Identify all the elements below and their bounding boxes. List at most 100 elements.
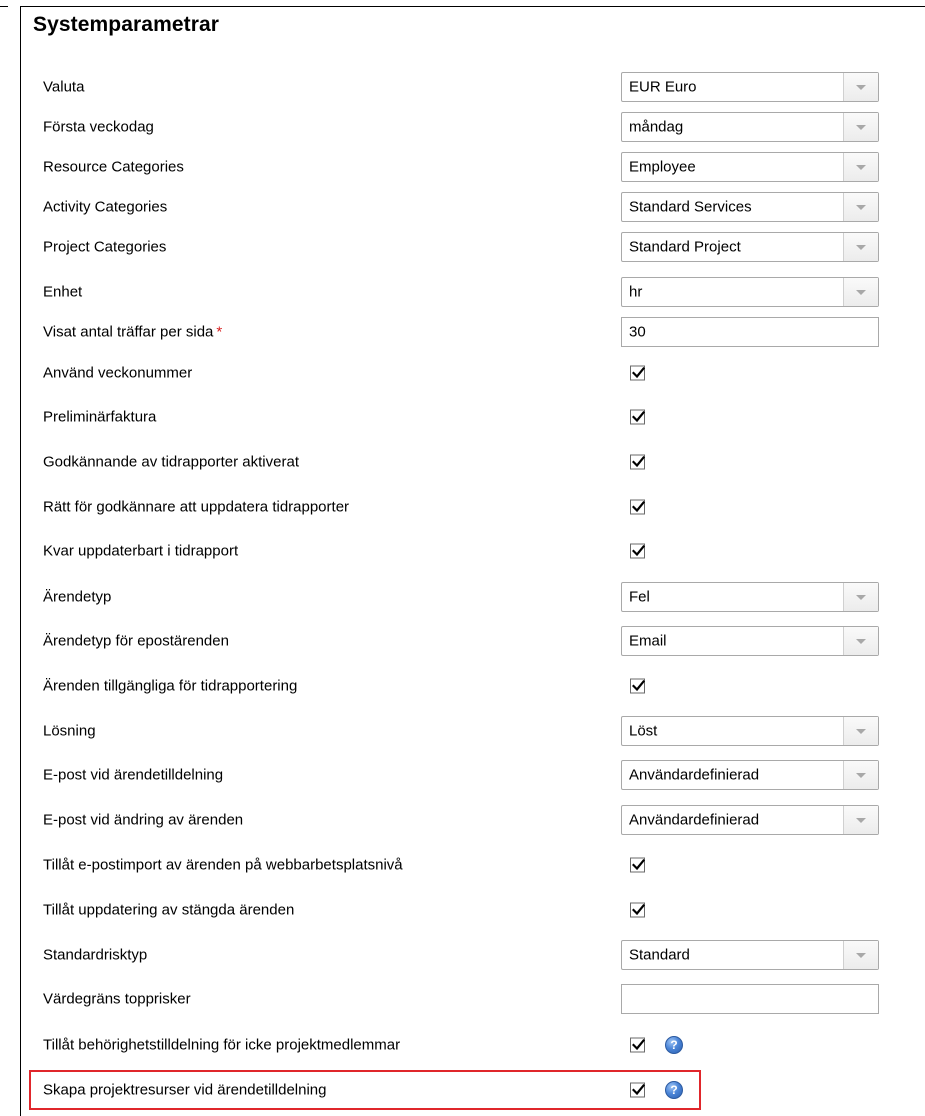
dropdown-selected-value: Fel <box>629 588 650 606</box>
setting-row-project-categories: Project Categories Standard Project <box>0 227 925 267</box>
required-marker: * <box>216 323 223 341</box>
setting-label: Lösning <box>43 723 96 740</box>
dropdown-toggle-button[interactable] <box>843 233 878 261</box>
setting-label: Activity Categories <box>43 199 167 216</box>
arenden-tillgangliga-for-tidrapportering-checkbox[interactable] <box>630 678 645 694</box>
setting-row-valuta: Valuta EUR Euro <box>0 67 925 107</box>
setting-label-text: Kvar uppdaterbart i tidrapport <box>43 542 239 560</box>
checkmark-icon <box>632 500 645 513</box>
dropdown-toggle-button[interactable] <box>843 761 878 789</box>
dropdown-selected-value: hr <box>629 283 643 301</box>
setting-label: Visat antal träffar per sida * <box>43 324 222 341</box>
dropdown-selected-value: Email <box>629 632 667 650</box>
setting-label-text: Rätt för godkännare att uppdatera tidrap… <box>43 498 350 516</box>
setting-row-arendetyp: Ärendetyp Fel <box>0 577 925 617</box>
setting-row-e-post-vid-arendetilldelning: E-post vid ärendetilldelning Användardefi… <box>0 755 925 795</box>
setting-row-forsta-veckodag: Första veckodag måndag <box>0 107 925 147</box>
ratt-for-godkannare-att-uppdatera-tidrapporter-checkbox[interactable] <box>630 499 645 515</box>
e-post-vid-arendetilldelning-dropdown[interactable]: Användardefinierad <box>621 760 879 790</box>
setting-label: Tillåt behörighetstilldelning för icke p… <box>43 1037 400 1054</box>
godkannande-av-tidrapporter-aktiverat-checkbox[interactable] <box>630 454 645 470</box>
setting-label-text: Standardrisktyp <box>43 946 148 964</box>
setting-label-text: Tillåt behörighetstilldelning för icke p… <box>43 1036 401 1054</box>
setting-label: Godkännande av tidrapporter aktiverat <box>43 454 299 471</box>
dropdown-toggle-button[interactable] <box>843 193 878 221</box>
setting-row-tillat-uppdatering-av-stangda-arenden: Tillåt uppdatering av stängda ärenden <box>0 890 925 930</box>
setting-label-text: Lösning <box>43 722 96 740</box>
visat-antal-traffar-per-sida-input[interactable]: 30 <box>621 317 879 347</box>
activity-categories-dropdown[interactable]: Standard Services <box>621 192 879 222</box>
losning-dropdown[interactable]: Löst <box>621 716 879 746</box>
vardegrans-topprisker-input[interactable] <box>621 984 879 1014</box>
setting-row-visat-antal-traffar-per-sida: Visat antal träffar per sida * 30 <box>0 312 925 352</box>
dropdown-toggle-button[interactable] <box>843 941 878 969</box>
frame-stub-left <box>0 6 8 7</box>
resource-categories-dropdown[interactable]: Employee <box>621 152 879 182</box>
help-icon[interactable]: ? <box>665 1036 683 1054</box>
setting-row-tillat-e-postimport-av-arenden-pa-webbarbetsplatsniva: Tillåt e-postimport av ärenden på webbar… <box>0 845 925 885</box>
dropdown-toggle-button[interactable] <box>843 627 878 655</box>
checkmark-icon <box>632 366 645 379</box>
dropdown-toggle-button[interactable] <box>843 583 878 611</box>
setting-label: Använd veckonummer <box>43 365 192 382</box>
kvar-uppdaterbart-i-tidrapport-checkbox[interactable] <box>630 543 645 559</box>
setting-label-text: Godkännande av tidrapporter aktiverat <box>43 453 299 471</box>
checkmark-icon <box>632 455 645 468</box>
enhet-dropdown[interactable]: hr <box>621 277 879 307</box>
setting-label-text: Activity Categories <box>43 198 168 216</box>
preliminarfaktura-checkbox[interactable] <box>630 409 645 425</box>
tillat-behorighetstilldelning-for-icke-projektmedlemmar-checkbox[interactable] <box>630 1037 645 1053</box>
setting-label: Rätt för godkännare att uppdatera tidrap… <box>43 499 349 516</box>
dropdown-toggle-button[interactable] <box>843 278 878 306</box>
setting-label: Enhet <box>43 284 82 301</box>
dropdown-selected-value: Användardefinierad <box>629 766 760 784</box>
setting-label: Kvar uppdaterbart i tidrapport <box>43 543 238 560</box>
project-categories-dropdown[interactable]: Standard Project <box>621 232 879 262</box>
checkmark-icon <box>632 679 645 692</box>
setting-label-text: Preliminärfaktura <box>43 408 157 426</box>
dropdown-selected-value: Standard <box>629 946 690 964</box>
setting-label-text: Project Categories <box>43 238 167 256</box>
checkmark-icon <box>632 858 645 871</box>
setting-row-preliminarfaktura: Preliminärfaktura <box>0 397 925 437</box>
e-post-vid-andring-av-arenden-dropdown[interactable]: Användardefinierad <box>621 805 879 835</box>
setting-label-text: Värdegräns topprisker <box>43 990 191 1008</box>
standardrisktyp-dropdown[interactable]: Standard <box>621 940 879 970</box>
highlight-box <box>29 1070 701 1110</box>
setting-label-text: Tillåt uppdatering av stängda ärenden <box>43 901 295 919</box>
dropdown-selected-value: Standard Services <box>629 198 752 216</box>
dropdown-selected-value: EUR Euro <box>629 78 697 96</box>
setting-label: Valuta <box>43 79 84 96</box>
setting-label: E-post vid ärendetilldelning <box>43 767 223 784</box>
dropdown-toggle-button[interactable] <box>843 73 878 101</box>
chevron-down-icon <box>856 205 866 210</box>
chevron-down-icon <box>856 818 866 823</box>
setting-row-anvand-veckonummer: Använd veckonummer <box>0 353 925 393</box>
setting-label: E-post vid ändring av ärenden <box>43 812 243 829</box>
checkmark-icon <box>632 410 645 423</box>
valuta-dropdown[interactable]: EUR Euro <box>621 72 879 102</box>
setting-row-arendetyp-for-epostarenden: Ärendetyp för epostärenden Email <box>0 621 925 661</box>
checkmark-icon <box>632 903 645 916</box>
chevron-down-icon <box>856 125 866 130</box>
dropdown-toggle-button[interactable] <box>843 806 878 834</box>
tillat-uppdatering-av-stangda-arenden-checkbox[interactable] <box>630 902 645 918</box>
dropdown-toggle-button[interactable] <box>843 717 878 745</box>
setting-label-text: Ärendetyp <box>43 588 112 606</box>
chevron-down-icon <box>856 729 866 734</box>
arendetyp-for-epostarenden-dropdown[interactable]: Email <box>621 626 879 656</box>
forsta-veckodag-dropdown[interactable]: måndag <box>621 112 879 142</box>
setting-label-text: Tillåt e-postimport av ärenden på webbar… <box>43 856 403 874</box>
setting-label: Första veckodag <box>43 119 154 136</box>
setting-label-text: Första veckodag <box>43 118 154 136</box>
dropdown-selected-value: Employee <box>629 158 696 176</box>
dropdown-toggle-button[interactable] <box>843 113 878 141</box>
setting-label: Standardrisktyp <box>43 947 147 964</box>
setting-row-kvar-uppdaterbart-i-tidrapport: Kvar uppdaterbart i tidrapport <box>0 531 925 571</box>
arendetyp-dropdown[interactable]: Fel <box>621 582 879 612</box>
tillat-e-postimport-av-arenden-pa-webbarbetsplatsniva-checkbox[interactable] <box>630 857 645 873</box>
dropdown-toggle-button[interactable] <box>843 153 878 181</box>
setting-label-text: Visat antal träffar per sida <box>43 323 214 341</box>
anvand-veckonummer-checkbox[interactable] <box>630 365 645 381</box>
setting-label-text: Resource Categories <box>43 158 184 176</box>
